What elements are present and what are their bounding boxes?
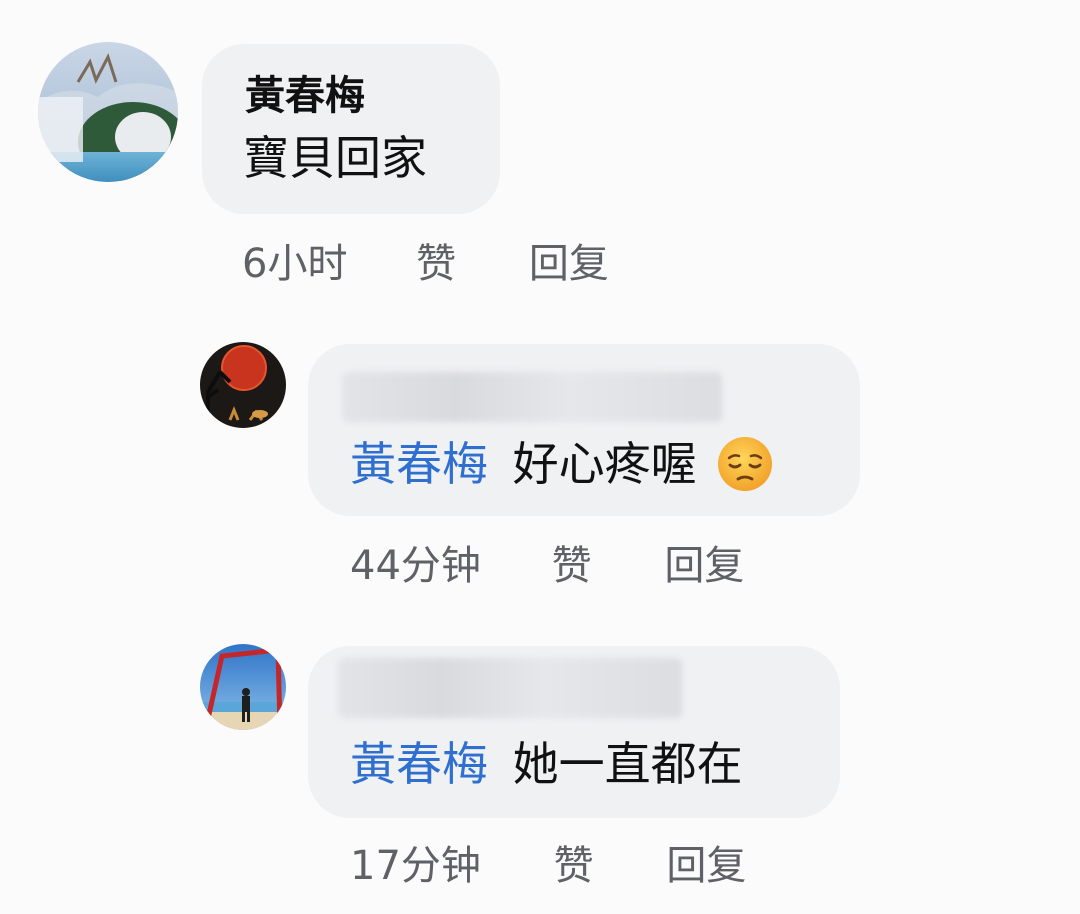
reply-button[interactable]: 回复 (666, 842, 746, 890)
avatar[interactable] (200, 342, 286, 428)
comment-meta: 17分钟 赞 回复 (350, 842, 746, 890)
blurred-author-name (338, 658, 682, 718)
comment-time: 44分钟 (350, 543, 481, 589)
comment-meta: 44分钟 赞 回复 (350, 542, 744, 590)
avatar-red-moon-icon (200, 342, 286, 428)
comment-time: 6小时 (242, 241, 348, 287)
avatar-beach-person-icon (200, 644, 286, 730)
like-button[interactable]: 赞 (416, 240, 456, 288)
comment-text: 黃春梅 好心疼喔 (350, 436, 775, 494)
avatar[interactable] (38, 42, 178, 182)
comment-author[interactable]: 黃春梅 (245, 72, 365, 120)
avatar-landscape-icon (38, 42, 178, 182)
comment-body: 她一直都在 (512, 737, 743, 791)
avatar[interactable] (200, 644, 286, 730)
comment-bubble (202, 44, 500, 214)
comment-text: 寶貝回家 (243, 131, 427, 185)
comment-meta: 6小时 赞 回复 (242, 240, 609, 288)
mention-link[interactable]: 黃春梅 (350, 737, 488, 791)
like-button[interactable]: 赞 (554, 842, 594, 890)
reply-button[interactable]: 回复 (664, 542, 744, 590)
blurred-author-name (342, 372, 722, 422)
reply-button[interactable]: 回复 (529, 240, 609, 288)
comment-thread: 黃春梅 寶貝回家 6小时 赞 回复 黃春梅 好心疼喔 44分钟 赞 回复 黃春梅… (0, 0, 1080, 914)
mention-link[interactable]: 黃春梅 (350, 437, 488, 491)
comment-body: 好心疼喔 (512, 437, 697, 491)
pensive-face-icon (718, 436, 773, 491)
comment-text: 黃春梅 她一直都在 (350, 736, 743, 792)
comment-time: 17分钟 (350, 843, 481, 889)
like-button[interactable]: 赞 (552, 542, 592, 590)
